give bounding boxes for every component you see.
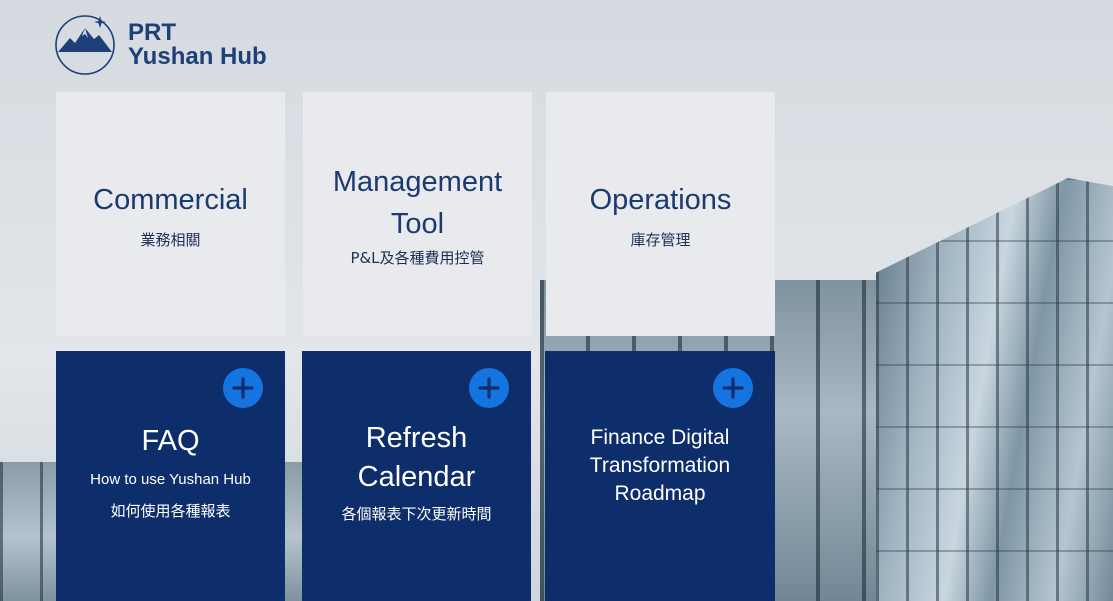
plus-icon [478, 377, 500, 399]
expand-button-faq[interactable] [223, 368, 263, 408]
tile-faq-title: FAQ [141, 424, 200, 457]
tile-faq-subtitle-en: How to use Yushan Hub [90, 470, 251, 488]
tile-commercial-title: Commercial [93, 183, 248, 216]
tile-faq[interactable]: FAQ How to use Yushan Hub 如何使用各種報表 [56, 351, 285, 601]
tile-operations[interactable]: Operations 庫存管理 [546, 92, 775, 336]
tile-refresh-calendar[interactable]: Refresh Calendar 各個報表下次更新時間 [302, 351, 531, 601]
tile-management-tool[interactable]: Management Tool P&L及各種費用控管 [303, 92, 532, 336]
tile-management-subtitle: P&L及各種費用控管 [350, 248, 485, 267]
tile-faq-subtitle-zh: 如何使用各種報表 [110, 501, 231, 520]
logo-line2: Yushan Hub [128, 43, 267, 70]
tile-management-title-line2: Tool [390, 207, 445, 240]
logo: PRT Yushan Hub [54, 14, 267, 76]
plus-icon [232, 377, 254, 399]
tile-management-title-line1: Management [332, 165, 503, 198]
tile-refresh-title-line2: Calendar [357, 460, 476, 493]
tile-finance-title-line1: Finance Digital [590, 426, 730, 449]
logo-text: PRT Yushan Hub [128, 21, 267, 69]
mountain-star-icon [55, 15, 115, 75]
expand-button-refresh[interactable] [469, 368, 509, 408]
tile-commercial[interactable]: Commercial 業務相關 [56, 92, 285, 336]
expand-button-finance[interactable] [713, 368, 753, 408]
tile-operations-subtitle: 庫存管理 [630, 230, 691, 249]
tile-commercial-subtitle: 業務相關 [140, 230, 201, 249]
tile-finance-roadmap[interactable]: Finance Digital Transformation Roadmap [545, 351, 775, 601]
tile-refresh-subtitle: 各個報表下次更新時間 [341, 504, 492, 523]
logo-line1: PRT [128, 19, 176, 46]
tile-finance-title-line2: Transformation [589, 454, 731, 477]
tile-finance-title-line3: Roadmap [614, 482, 706, 505]
plus-icon [722, 377, 744, 399]
tile-operations-title: Operations [589, 183, 732, 216]
tile-refresh-title-line1: Refresh [365, 421, 468, 454]
